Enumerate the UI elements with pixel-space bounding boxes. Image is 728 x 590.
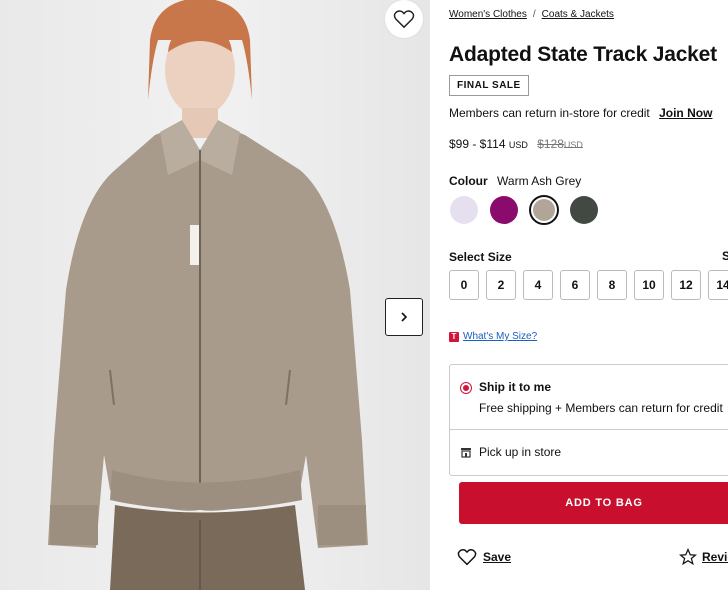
join-now-link[interactable]: Join Now [659, 106, 712, 120]
size-options: 0 2 4 6 8 10 12 14 [449, 270, 728, 300]
reviews-link[interactable]: Revie [679, 548, 728, 566]
price-range: $99 - $114 [449, 137, 506, 151]
save-label: Save [483, 550, 512, 564]
swatch-warm-ash-grey[interactable] [529, 195, 559, 225]
pickup-option[interactable]: Pick up in store [460, 445, 561, 459]
colour-swatches [449, 195, 599, 225]
price: $99 - $114 USD $128USD [449, 137, 583, 151]
ship-option-title: Ship it to me [479, 380, 551, 394]
whats-my-size[interactable]: T What's My Size? [449, 331, 537, 342]
fulfillment-options: Ship it to me Free shipping + Members ca… [449, 364, 728, 476]
price-currency: USD [508, 140, 528, 150]
product-title: Adapted State Track Jacket [449, 43, 717, 66]
breadcrumb-coats-jackets[interactable]: Coats & Jackets [542, 9, 614, 20]
size-option-10[interactable]: 10 [634, 270, 664, 300]
size-guide-link[interactable]: S [722, 249, 728, 263]
pickup-option-label: Pick up in store [479, 445, 562, 459]
original-price-value: $128 [537, 137, 564, 151]
original-price: $128USD [537, 137, 583, 151]
product-details-panel: Women's Clothes / Coats & Jackets Adapte… [430, 0, 728, 590]
size-option-4[interactable]: 4 [523, 270, 553, 300]
swatch-lavender[interactable] [449, 195, 479, 225]
heart-icon [393, 10, 415, 29]
final-sale-badge: FINAL SALE [449, 75, 529, 96]
whats-my-size-link[interactable]: What's My Size? [463, 331, 537, 342]
product-photo [48, 0, 368, 590]
original-price-currency: USD [563, 140, 583, 150]
colour-label-row: Colour Warm Ash Grey [449, 174, 581, 188]
breadcrumb-separator: / [532, 9, 536, 20]
size-option-0[interactable]: 0 [449, 270, 479, 300]
breadcrumb-womens-clothes[interactable]: Women's Clothes [449, 9, 527, 20]
store-icon [461, 448, 471, 458]
save-button[interactable]: Save [457, 548, 511, 566]
selected-colour-name: Warm Ash Grey [497, 174, 582, 188]
chevron-right-icon [401, 312, 408, 322]
size-option-6[interactable]: 6 [560, 270, 590, 300]
fulfillment-divider [450, 429, 728, 430]
size-option-8[interactable]: 8 [597, 270, 627, 300]
star-icon [679, 548, 697, 566]
select-size-label: Select Size [449, 250, 512, 264]
favorite-button[interactable] [385, 0, 423, 38]
ship-option-subtitle: Free shipping + Members can return for c… [479, 401, 723, 415]
members-note: Members can return in-store for credit J… [449, 106, 712, 120]
members-text: Members can return in-store for credit [449, 106, 650, 120]
swatch-dark-grey[interactable] [569, 195, 599, 225]
add-to-bag-button[interactable]: ADD TO BAG [459, 482, 728, 524]
heart-icon [457, 549, 477, 566]
breadcrumb: Women's Clothes / Coats & Jackets [449, 9, 614, 20]
size-option-12[interactable]: 12 [671, 270, 701, 300]
size-option-2[interactable]: 2 [486, 270, 516, 300]
size-option-14[interactable]: 14 [708, 270, 728, 300]
next-image-button[interactable] [385, 298, 423, 336]
swatch-purple[interactable] [489, 195, 519, 225]
product-image-panel [0, 0, 430, 590]
colour-label: Colour [449, 174, 488, 188]
ship-radio-selected-icon[interactable] [460, 382, 472, 394]
reviews-label: Revie [702, 550, 728, 564]
size-tool-icon: T [449, 331, 459, 342]
